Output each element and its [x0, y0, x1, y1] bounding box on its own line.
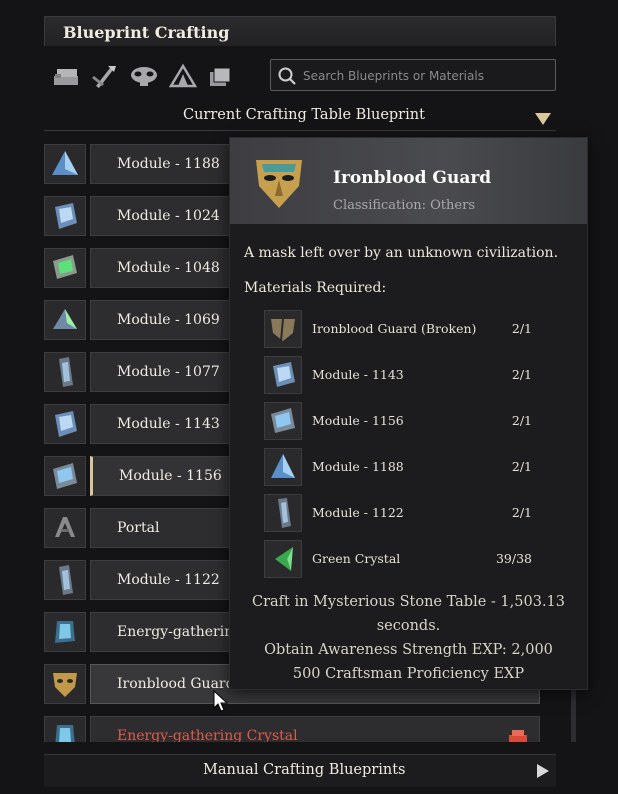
list-item-label: Module - 1077 — [117, 364, 220, 380]
material-row: Module - 1156 2/1 — [264, 402, 564, 440]
list-item-label: Module - 1156 — [119, 468, 222, 484]
dropdown-triangle-icon — [534, 111, 552, 125]
list-item-label: Module - 1188 — [117, 156, 220, 172]
list-item-label: Energy-gathering Crystal — [117, 728, 298, 742]
list-item-label: Module - 1143 — [117, 416, 220, 432]
pages-icon[interactable] — [206, 62, 236, 90]
proficiency-exp-text: 500 Craftsman Proficiency EXP — [292, 666, 525, 682]
blue-pyramid-module-icon — [264, 448, 302, 486]
green-pyramid-module-icon — [44, 300, 86, 340]
broken-mask-icon — [264, 310, 302, 348]
list-item-label: Energy-gathering — [117, 624, 243, 640]
green-crystal-icon — [264, 540, 302, 578]
material-qty: 2/1 — [511, 459, 532, 474]
list-item-label-box: Energy-gathering Crystal — [90, 716, 540, 742]
blue-cube-module-icon — [44, 404, 86, 444]
material-row: Module - 1188 2/1 — [264, 448, 564, 486]
search-box[interactable] — [270, 59, 556, 91]
material-qty: 2/1 — [511, 413, 532, 428]
search-icon — [277, 66, 297, 86]
energy-crystal-icon — [44, 612, 86, 652]
material-name: Module - 1188 — [312, 459, 404, 474]
material-name: Green Crystal — [312, 551, 401, 566]
material-row: Ironblood Guard (Broken) 2/1 — [264, 310, 564, 348]
energy-crystal-icon — [44, 716, 86, 742]
slab-module-icon — [44, 352, 86, 392]
search-input[interactable] — [301, 65, 545, 87]
items-stack-icon[interactable] — [52, 62, 82, 90]
list-item-label: Module - 1069 — [117, 312, 220, 328]
material-name: Ironblood Guard (Broken) — [312, 321, 477, 336]
missing-materials-icon — [507, 727, 529, 742]
golden-mask-icon — [244, 146, 314, 216]
tooltip-item-name: Ironblood Guard — [333, 168, 492, 188]
list-item-label: Module - 1122 — [117, 572, 220, 588]
expand-arrow-icon — [536, 763, 550, 779]
panel-title: Blueprint Crafting — [63, 23, 230, 42]
manual-blueprints-toggle[interactable]: Manual Crafting Blueprints — [44, 754, 556, 787]
bottom-label: Manual Crafting Blueprints — [203, 762, 406, 778]
panel-title-bar: Blueprint Crafting — [44, 16, 556, 46]
tent-icon[interactable] — [168, 62, 198, 90]
material-qty: 2/1 — [511, 321, 532, 336]
list-item[interactable]: Energy-gathering Crystal — [44, 716, 540, 742]
current-blueprint-dropdown[interactable]: Current Crafting Table Blueprint — [44, 104, 556, 131]
material-name: Module - 1143 — [312, 367, 404, 382]
blue-chip-module-icon — [44, 456, 86, 496]
materials-heading: Materials Required: — [244, 280, 387, 296]
list-item-label: Module - 1048 — [117, 260, 220, 276]
tools-icon[interactable] — [90, 62, 120, 90]
material-row: Module - 1143 2/1 — [264, 356, 564, 394]
material-qty: 2/1 — [511, 367, 532, 382]
material-name: Module - 1156 — [312, 413, 404, 428]
section-label: Current Crafting Table Blueprint — [183, 107, 425, 123]
craft-location-text: Craft in Mysterious Stone Table - 1,503.… — [251, 594, 566, 610]
material-qty: 2/1 — [511, 505, 532, 520]
green-chip-module-icon — [44, 248, 86, 288]
material-qty: 39/38 — [495, 551, 532, 566]
mask-icon[interactable] — [128, 62, 158, 90]
tooltip-description: A mask left over by an unknown civilizat… — [244, 245, 559, 261]
slab-module-icon — [44, 560, 86, 600]
tooltip-classification: Classification: Others — [333, 198, 475, 213]
awareness-exp-text: Obtain Awareness Strength EXP: 2,000 — [264, 642, 553, 658]
material-row: Green Crystal 39/38 — [264, 540, 564, 578]
craft-time-text: seconds. — [376, 618, 441, 634]
blue-cube-module-icon — [264, 356, 302, 394]
golden-mask-icon — [44, 664, 86, 704]
material-row: Module - 1122 2/1 — [264, 494, 564, 532]
portal-icon — [44, 508, 86, 548]
mouse-cursor-icon — [213, 689, 229, 712]
list-item-label: Portal — [117, 520, 160, 536]
blue-pyramid-module-icon — [44, 144, 86, 184]
material-name: Module - 1122 — [312, 505, 404, 520]
blue-chip-module-icon — [264, 402, 302, 440]
slab-module-icon — [264, 494, 302, 532]
list-scrollbar[interactable] — [571, 690, 576, 742]
item-tooltip: Ironblood Guard Classification: Others A… — [229, 137, 588, 690]
blue-cube-module-icon — [44, 196, 86, 236]
list-item-label: Module - 1024 — [117, 208, 220, 224]
tooltip-header: Ironblood Guard Classification: Others — [230, 138, 587, 224]
